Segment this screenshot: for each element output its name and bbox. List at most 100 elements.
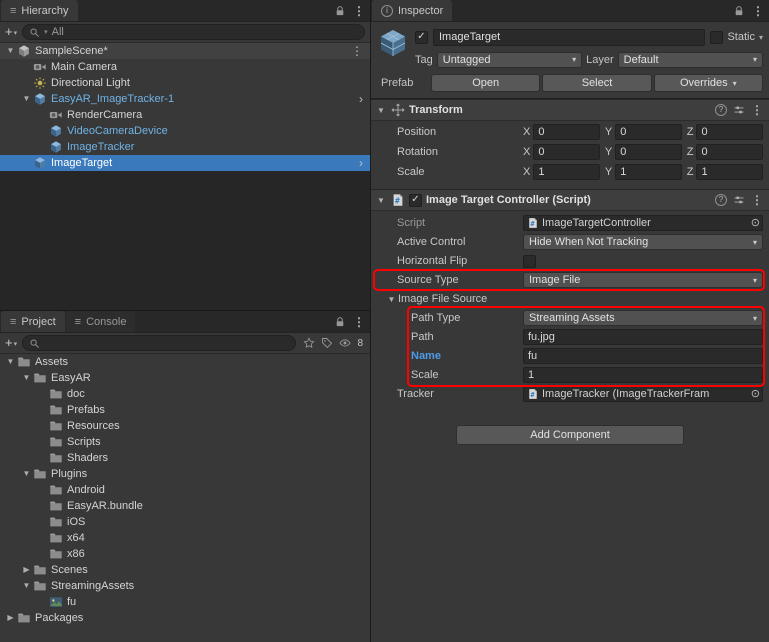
prefab-select-button[interactable]: Select [542,74,652,92]
project-row[interactable]: ▼ Plugins [0,466,370,482]
vector-z-field[interactable]: 0 [696,124,764,140]
transform-component-header[interactable]: ▼ Transform ? ⋮ [371,99,769,121]
hierarchy-row[interactable]: VideoCameraDevice [0,123,370,139]
add-component-button[interactable]: Add Component [456,425,684,445]
foldout-arrow-icon[interactable]: ▼ [375,106,387,115]
project-row[interactable]: Shaders [0,450,370,466]
tab-hierarchy[interactable]: ≡ Hierarchy [1,0,78,21]
tag-icon[interactable] [321,337,333,349]
script-object-field[interactable]: # ImageTargetController ⊙ [523,215,763,231]
image-target-controller-header[interactable]: ▼ # ✓ Image Target Controller (Script) ?… [371,189,769,211]
project-row[interactable]: EasyAR.bundle [0,498,370,514]
create-add-button[interactable]: + ▾ [5,334,17,353]
foldout-arrow-icon[interactable]: ▼ [20,370,33,386]
project-row[interactable]: x64 [0,530,370,546]
project-search-input[interactable] [22,335,297,351]
scale-field[interactable]: 1 [523,367,763,383]
foldout-arrow-icon[interactable]: ▼ [20,578,33,594]
foldout-arrow-icon[interactable]: ▼ [4,43,17,59]
lock-icon[interactable] [733,5,745,17]
project-row[interactable]: ▼ StreamingAssets [0,578,370,594]
row-adornment-icon[interactable]: › [359,93,366,105]
tab-inspector[interactable]: i Inspector [372,0,453,21]
hierarchy-search-input[interactable]: ▾ All [22,24,365,40]
gameobject-name-field[interactable]: ImageTarget [433,28,706,46]
vector-y-field[interactable]: 0 [615,124,682,140]
foldout-arrow-icon[interactable]: ▶ [20,562,33,578]
eye-icon[interactable] [339,337,351,349]
horizontal-flip-checkbox[interactable] [523,254,536,268]
tracker-object-field[interactable]: # ImageTracker (ImageTrackerFram ⊙ [523,386,763,402]
foldout-arrow-icon[interactable]: ▼ [375,196,387,205]
preset-icon[interactable] [733,194,745,206]
row-label: Assets [35,356,69,368]
project-row[interactable]: Scripts [0,434,370,450]
hierarchy-row[interactable]: RenderCamera [0,107,370,123]
hierarchy-row[interactable]: ▼ SampleScene* ⋮ [0,43,370,59]
row-adornment-icon[interactable]: › [359,157,366,169]
project-row[interactable]: fu [0,594,370,610]
kebab-menu-icon[interactable]: ⋮ [353,5,365,17]
project-row[interactable]: x86 [0,546,370,562]
hierarchy-row[interactable]: Main Camera [0,59,370,75]
foldout-arrow-icon[interactable]: ▼ [4,354,17,370]
help-icon[interactable]: ? [715,104,727,116]
static-checkbox[interactable] [710,30,724,44]
tab-project[interactable]: ≡ Project [1,311,65,332]
hierarchy-row[interactable]: ImageTarget › [0,155,370,171]
active-control-value: Hide When Not Tracking [529,236,649,248]
lock-icon[interactable] [334,5,346,17]
name-field[interactable]: fu [523,348,763,364]
source-type-dropdown[interactable]: Image File ▾ [523,272,763,288]
star-icon[interactable] [303,337,315,349]
tag-dropdown[interactable]: Untagged ▾ [436,51,583,68]
vector-x-field[interactable]: 0 [533,124,600,140]
kebab-menu-icon[interactable]: ⋮ [751,194,763,206]
kebab-menu-icon[interactable]: ⋮ [752,5,764,17]
vector-z-field[interactable]: 0 [696,144,764,160]
path-type-dropdown[interactable]: Streaming Assets ▾ [523,310,763,326]
image-file-source-foldout[interactable]: ▼ Image File Source [371,291,763,307]
create-add-button[interactable]: + ▾ [5,23,17,42]
foldout-arrow-icon[interactable]: ▶ [4,610,17,626]
layer-dropdown[interactable]: Default ▾ [617,51,763,68]
project-row[interactable]: Prefabs [0,402,370,418]
vector-x-field[interactable]: 0 [533,144,600,160]
static-dropdown[interactable]: Static ▾ [710,30,763,44]
project-row[interactable]: ▼ EasyAR [0,370,370,386]
project-row[interactable]: Resources [0,418,370,434]
kebab-menu-icon[interactable]: ⋮ [751,104,763,116]
preset-icon[interactable] [733,104,745,116]
active-control-dropdown[interactable]: Hide When Not Tracking ▾ [523,234,763,250]
tab-console[interactable]: ≡ Console [65,311,136,332]
vector-z-field[interactable]: 1 [696,164,764,180]
project-row[interactable]: ▼ Assets [0,354,370,370]
foldout-arrow-icon[interactable]: ▼ [385,295,398,304]
object-picker-icon[interactable]: ⊙ [751,217,760,229]
lock-icon[interactable] [334,316,346,328]
hierarchy-row[interactable]: ImageTracker [0,139,370,155]
project-row[interactable]: doc [0,386,370,402]
chevron-down-icon: ▾ [758,32,763,42]
project-row[interactable]: Android [0,482,370,498]
tracker-row: Tracker # ImageTracker (ImageTrackerFram… [371,386,763,402]
hierarchy-row[interactable]: ▼ EasyAR_ImageTracker-1 › [0,91,370,107]
vector-y-field[interactable]: 1 [615,164,682,180]
foldout-arrow-icon[interactable]: ▼ [20,91,33,107]
help-icon[interactable]: ? [715,194,727,206]
row-adornment-icon[interactable]: ⋮ [351,45,366,57]
project-row[interactable]: iOS [0,514,370,530]
hierarchy-row[interactable]: Directional Light [0,75,370,91]
kebab-menu-icon[interactable]: ⋮ [353,316,365,328]
gameobject-enabled-checkbox[interactable]: ✓ [415,30,428,44]
path-field[interactable]: fu.jpg [523,329,763,345]
object-picker-icon[interactable]: ⊙ [751,388,760,400]
vector-x-field[interactable]: 1 [533,164,600,180]
component-enabled-checkbox[interactable]: ✓ [409,193,422,207]
project-row[interactable]: ▶ Packages [0,610,370,626]
vector-y-field[interactable]: 0 [615,144,682,160]
foldout-arrow-icon[interactable]: ▼ [20,466,33,482]
project-row[interactable]: ▶ Scenes [0,562,370,578]
prefab-open-button[interactable]: Open [431,74,541,92]
prefab-overrides-button[interactable]: Overrides ▾ [653,74,763,92]
